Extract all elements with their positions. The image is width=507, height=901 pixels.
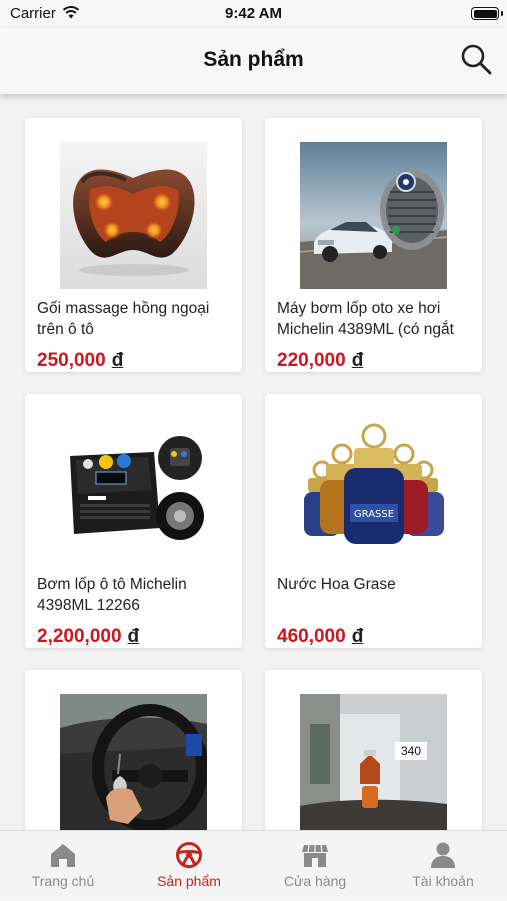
clock: 9:42 AM: [225, 5, 282, 22]
home-icon: [51, 844, 75, 867]
product-card[interactable]: 340: [265, 670, 482, 830]
page-title: Sản phẩm: [203, 48, 304, 71]
tab-stores[interactable]: Cửa hàng: [252, 831, 378, 901]
product-name: Bơm lốp ô tô Michelin 4398ML 12266: [37, 576, 187, 614]
product-image: GRASSE: [300, 418, 447, 565]
product-card[interactable]: Máy bơm lốp oto xe hơi Michelin 4389ML (…: [265, 118, 482, 372]
product-card[interactable]: Bơm lốp ô tô Michelin 4398ML 12266 2,200…: [25, 394, 242, 648]
product-image: [60, 142, 207, 289]
tab-label: Tài khoản: [412, 873, 474, 889]
product-card[interactable]: [25, 670, 242, 830]
michelin-pump-image: [60, 418, 207, 565]
car-interior-perfume-image: [60, 694, 207, 830]
massage-pillow-image: [60, 142, 207, 289]
search-icon[interactable]: [459, 42, 493, 76]
tab-label: Cửa hàng: [283, 873, 347, 889]
product-name: Nước Hoa Grase: [277, 576, 396, 593]
grasse-perfume-image: GRASSE: [300, 418, 447, 565]
product-image: [300, 694, 447, 830]
header: Sản phẩm: [0, 28, 507, 94]
product-name: Gối massage hồng ngoại trên ô tô: [37, 300, 210, 338]
user-icon: [431, 842, 455, 868]
tab-home[interactable]: Trang chủ: [0, 831, 126, 901]
steering-wheel-icon: [176, 842, 202, 868]
tab-account[interactable]: Tài khoản: [380, 831, 506, 901]
price-sticker: 340: [395, 742, 427, 760]
product-image: [300, 142, 447, 289]
battery-icon: [471, 7, 503, 20]
store-icon: [302, 844, 328, 867]
product-price: 460,000 đ: [277, 626, 364, 647]
tab-products[interactable]: Sản phẩm: [126, 831, 252, 901]
tab-label: Trang chủ: [31, 873, 95, 889]
tire-pump-car-image: [300, 142, 447, 289]
product-price: 250,000 đ: [37, 350, 124, 371]
product-price: 2,200,000 đ: [37, 626, 140, 647]
product-image: [60, 418, 207, 565]
status-bar: Carrier 9:42 AM: [0, 0, 507, 28]
tab-bar: Trang chủ Sản phẩm Cửa hàng Tài khoản: [0, 830, 507, 900]
product-image: [60, 694, 207, 830]
product-price: 220,000 đ: [277, 350, 364, 371]
product-grid: Gối massage hồng ngoại trên ô tô 250,000…: [0, 94, 507, 830]
product-name: Máy bơm lốp oto xe hơi Michelin 4389ML (…: [277, 300, 454, 338]
window-perfume-image: [300, 694, 447, 830]
tab-label: Sản phẩm: [157, 873, 221, 889]
product-card[interactable]: Gối massage hồng ngoại trên ô tô 250,000…: [25, 118, 242, 372]
svg-text:GRASSE: GRASSE: [354, 509, 394, 520]
product-card[interactable]: GRASSE Nước Hoa Grase 460,000 đ: [265, 394, 482, 648]
